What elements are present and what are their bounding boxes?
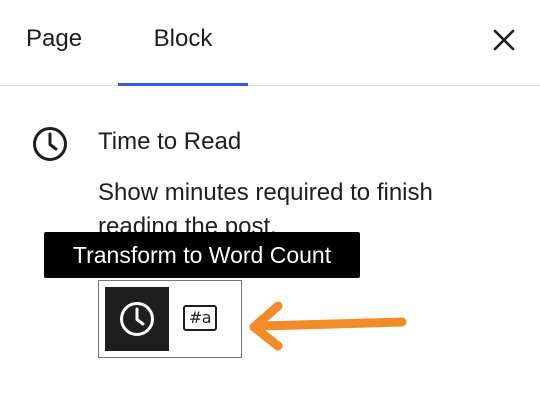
clock-icon bbox=[120, 302, 154, 336]
close-button[interactable] bbox=[488, 24, 520, 56]
active-tab-indicator bbox=[118, 83, 248, 86]
sidebar-tabs: Page Block bbox=[0, 0, 540, 86]
tab-block-label: Block bbox=[153, 25, 213, 52]
close-icon bbox=[493, 29, 515, 51]
tab-page[interactable]: Page bbox=[26, 0, 82, 84]
clock-icon bbox=[30, 124, 70, 164]
transform-option-time-to-read[interactable] bbox=[105, 287, 169, 351]
block-transform-options: #a bbox=[98, 280, 242, 358]
tab-block[interactable]: Block bbox=[118, 0, 248, 86]
transform-option-word-count[interactable]: #a bbox=[171, 287, 235, 351]
block-title: Time to Read bbox=[98, 128, 242, 155]
word-count-icon: #a bbox=[183, 305, 217, 331]
tooltip: Transform to Word Count bbox=[44, 232, 360, 278]
arrow-left-icon bbox=[249, 301, 407, 351]
